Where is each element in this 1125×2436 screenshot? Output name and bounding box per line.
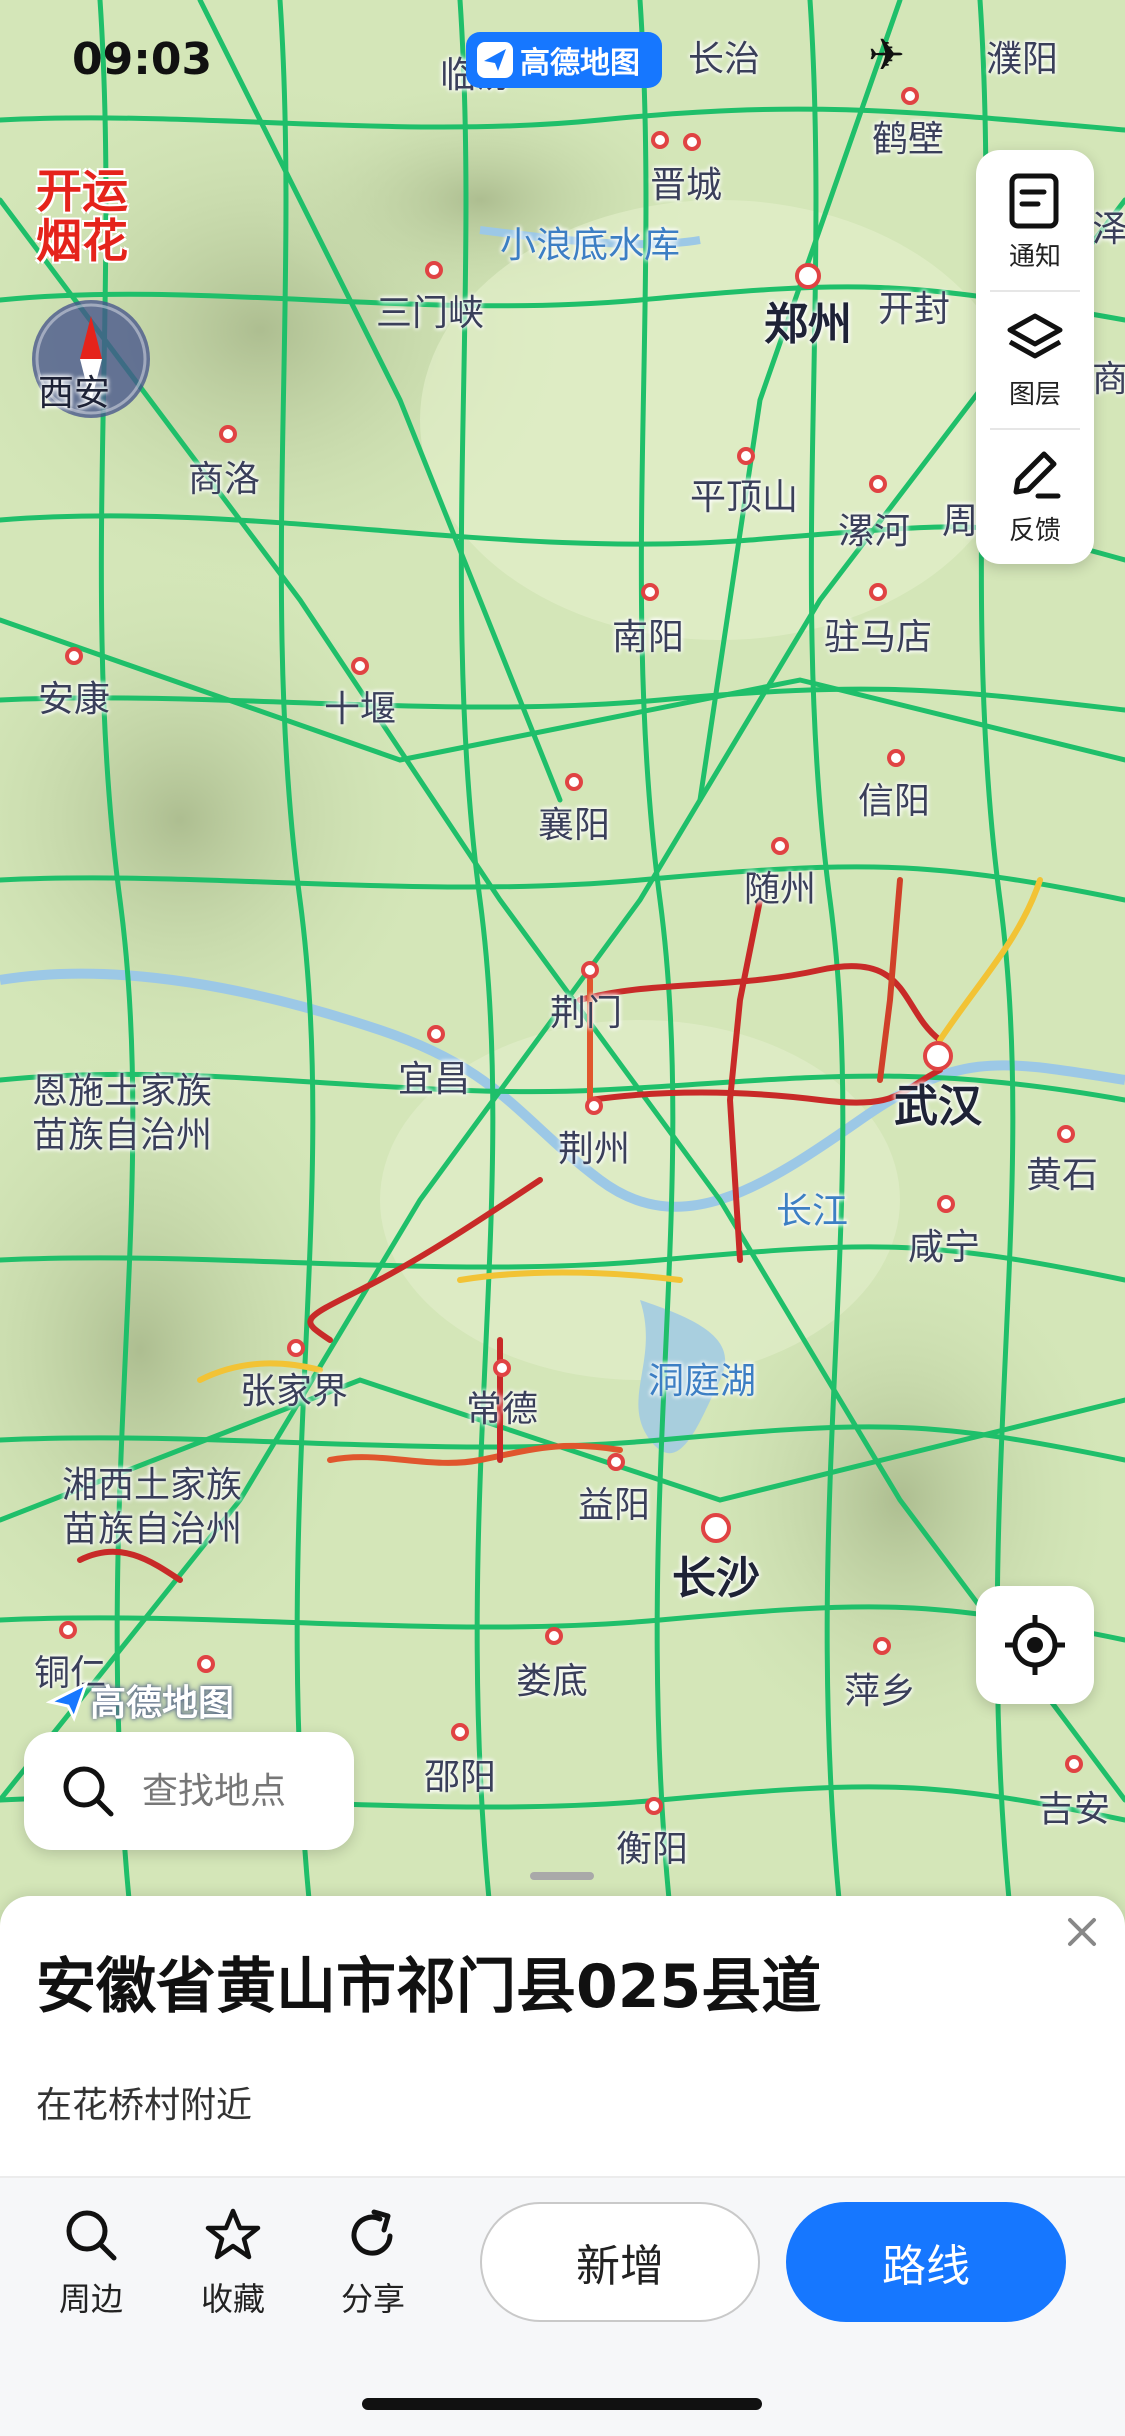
logo-arrow-icon [477, 42, 513, 78]
city-label: 平顶山 [689, 477, 799, 518]
city-label: 周 [941, 501, 979, 542]
city-label: 吉安 [1037, 1789, 1111, 1830]
app-logo: 高德地图 [466, 32, 662, 88]
promo-fireworks-badge[interactable]: 开运 烟花 [36, 166, 146, 266]
compass-city-label: 西安 [37, 373, 111, 414]
search-box[interactable] [24, 1732, 354, 1850]
airplane-icon: ✈ [868, 30, 905, 81]
notice-button[interactable]: 通知 [976, 154, 1094, 288]
city-label: 三门峡 [375, 293, 485, 334]
notice-label: 通知 [1008, 241, 1061, 272]
favorite-label: 收藏 [200, 2280, 265, 2318]
city-label: 晋城 [649, 165, 723, 206]
share-label: 分享 [340, 2280, 405, 2318]
city-label: 信阳 [857, 781, 931, 822]
map-canvas[interactable] [0, 0, 1125, 1910]
layers-icon [1007, 313, 1063, 358]
region-label: 恩施土家族 苗族自治州 [32, 1071, 213, 1156]
locate-me-button[interactable] [976, 1586, 1094, 1704]
route-button[interactable]: 路线 [786, 2202, 1066, 2322]
notice-icon [1009, 173, 1059, 228]
city-label: 武汉 [894, 1081, 982, 1132]
city-label: 商 [1091, 359, 1125, 400]
city-label: 南阳 [611, 617, 685, 658]
place-title: 安徽省黄山市祁门县025县道 [36, 1952, 822, 2022]
city-label: 荆门 [549, 993, 623, 1034]
city-label: 十堰 [323, 689, 397, 730]
add-button[interactable]: 新增 [480, 2202, 760, 2322]
city-label: 随州 [743, 869, 817, 910]
map-view[interactable]: 临汾 长治 濮阳 鹤壁 晋城 泽 小浪底水库 三门峡 郑州 开封 商 商洛 平顶… [0, 0, 1125, 1910]
share-button[interactable]: 分享 [318, 2206, 428, 2320]
compass-button[interactable]: 西安 [32, 300, 150, 418]
watermark-text: 高德地图 [90, 1683, 235, 1724]
home-indicator [362, 2398, 762, 2410]
city-label: 商洛 [187, 459, 261, 500]
city-label: 长治 [687, 39, 761, 80]
city-label: 宜昌 [397, 1059, 471, 1100]
city-label: 襄阳 [537, 805, 611, 846]
city-label: 邵阳 [423, 1757, 497, 1798]
water-label: 小浪底水库 [499, 225, 681, 266]
feedback-label: 反馈 [1008, 515, 1061, 546]
logo-text: 高德地图 [520, 46, 640, 81]
city-label: 长沙 [672, 1553, 760, 1604]
city-label: 开封 [877, 289, 951, 330]
city-label: 鹤壁 [871, 119, 945, 160]
city-label: 郑州 [764, 299, 852, 350]
city-label: 娄底 [515, 1661, 589, 1702]
status-time: 09:03 [72, 34, 213, 85]
map-tool-panel: 通知 图层 反馈 [976, 150, 1094, 564]
city-label: 萍乡 [843, 1671, 917, 1712]
nearby-label: 周边 [58, 2280, 123, 2318]
city-label: 泽 [1091, 209, 1125, 250]
nearby-button[interactable]: 周边 [36, 2206, 146, 2320]
city-label: 衡阳 [615, 1829, 689, 1870]
watermark-logo-icon [46, 1680, 89, 1722]
star-icon [205, 2208, 261, 2260]
search-icon [66, 2210, 117, 2261]
city-label: 常德 [465, 1389, 539, 1430]
feedback-icon [1013, 451, 1061, 498]
city-label: 漯河 [837, 511, 911, 552]
city-label: 濮阳 [985, 39, 1059, 80]
feedback-button[interactable]: 反馈 [976, 428, 1094, 562]
place-subtitle: 在花桥村附近 [36, 2085, 253, 2126]
water-label: 长江 [775, 1191, 849, 1232]
crosshair-icon [1005, 1615, 1065, 1675]
layers-label: 图层 [1008, 379, 1061, 410]
city-label: 安康 [37, 679, 111, 720]
city-label: 黄石 [1025, 1155, 1099, 1196]
city-label: 咸宁 [907, 1227, 981, 1268]
search-icon [63, 1766, 114, 1817]
city-label: 张家界 [239, 1371, 349, 1412]
share-icon [351, 2209, 393, 2256]
city-label: 益阳 [577, 1485, 651, 1526]
city-label: 荆州 [557, 1129, 631, 1170]
water-label: 洞庭湖 [647, 1361, 757, 1402]
search-input[interactable] [142, 1770, 332, 1812]
favorite-button[interactable]: 收藏 [178, 2206, 288, 2320]
layers-button[interactable]: 图层 [976, 292, 1094, 426]
close-icon[interactable] [1060, 1910, 1104, 1954]
region-label: 湘西土家族 苗族自治州 [62, 1465, 243, 1550]
city-label: 驻马店 [823, 617, 933, 658]
sheet-drag-handle[interactable] [530, 1872, 594, 1880]
map-watermark: 高德地图 [46, 1674, 234, 1726]
